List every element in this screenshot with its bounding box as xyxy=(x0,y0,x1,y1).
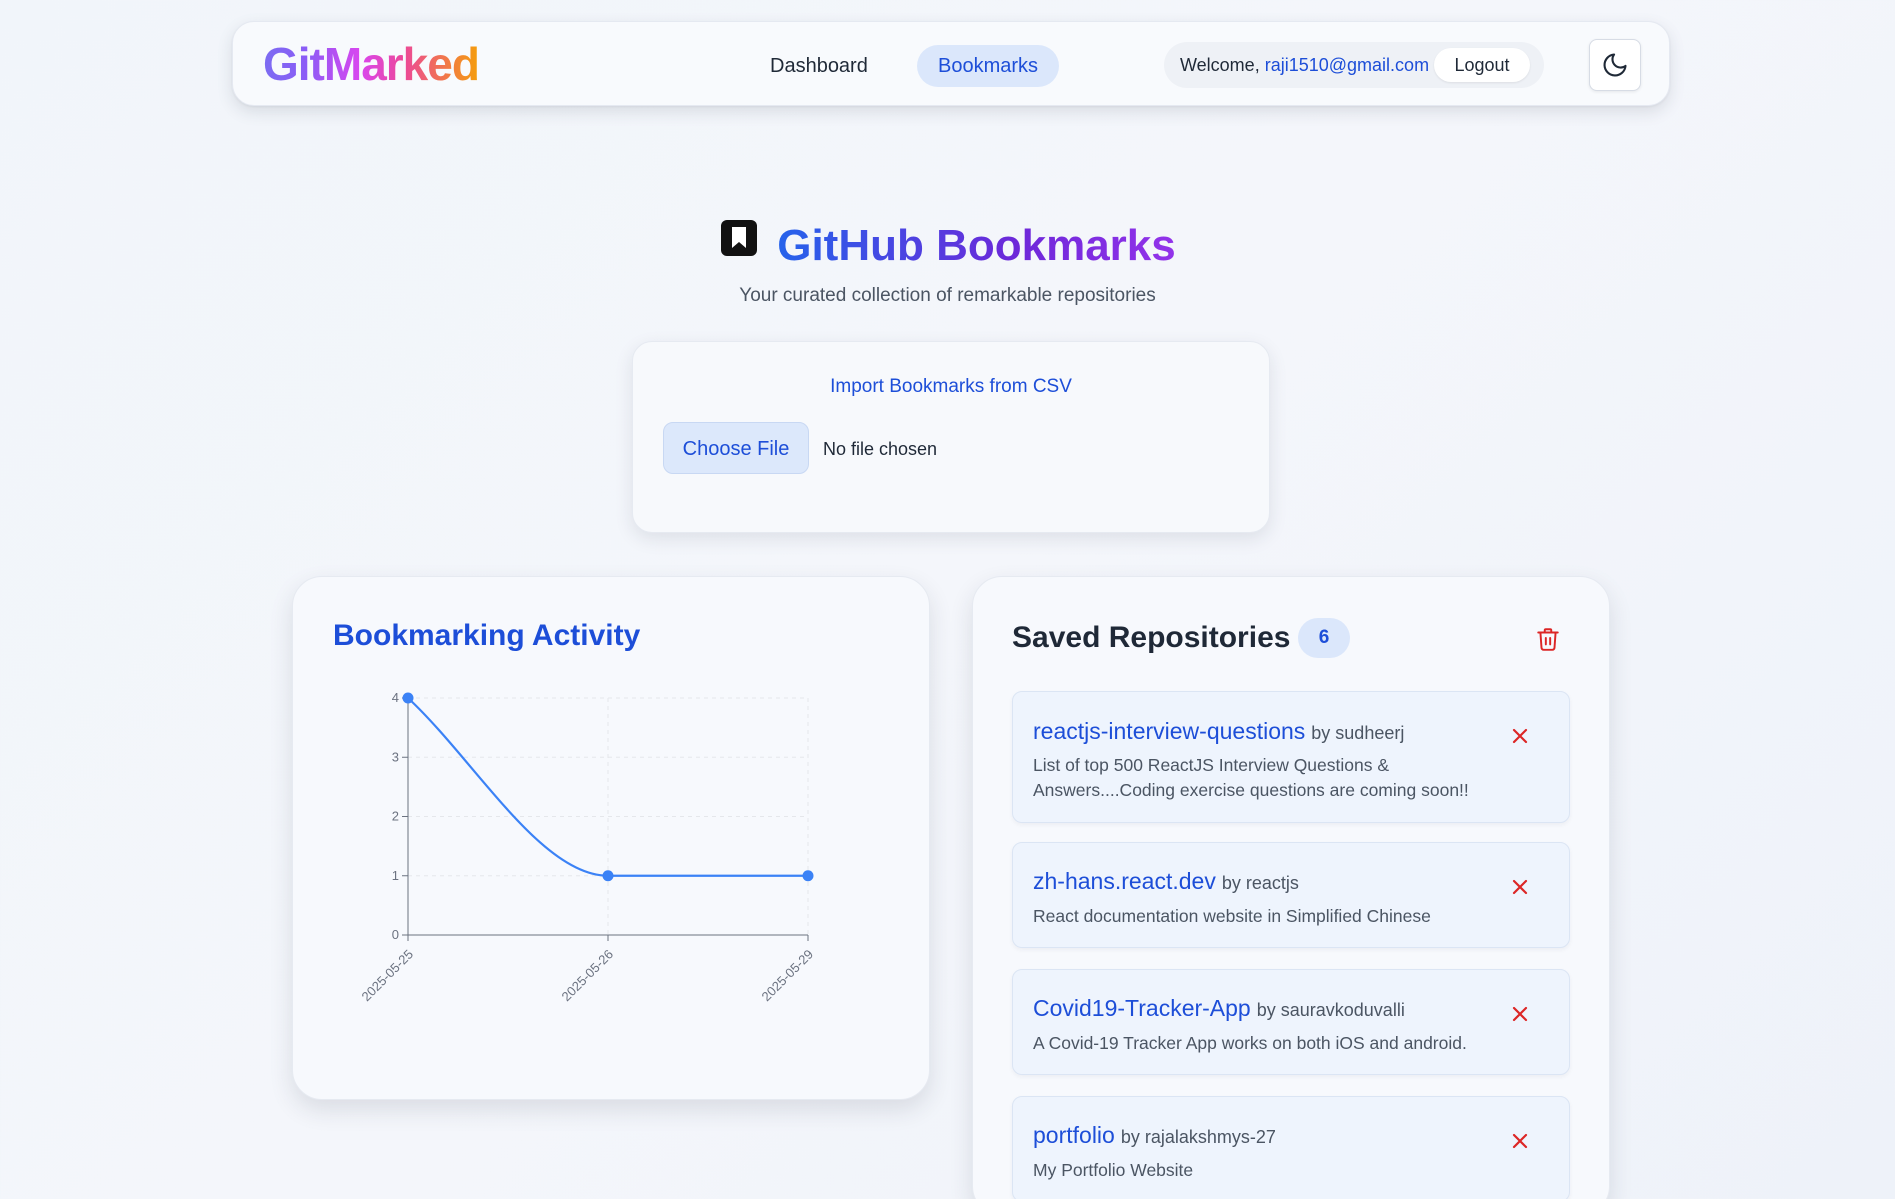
welcome-prefix: Welcome, xyxy=(1180,55,1260,75)
close-icon xyxy=(1512,728,1528,744)
theme-toggle-button[interactable] xyxy=(1589,39,1641,91)
navbar: GitMarked Dashboard Bookmarks Welcome, r… xyxy=(232,21,1670,106)
repo-link[interactable]: zh-hans.react.dev xyxy=(1033,868,1216,894)
x-tick-label: 2025-05-26 xyxy=(558,947,616,1005)
close-icon xyxy=(1512,1133,1528,1149)
repo-title: zh-hans.react.dev by reactjs xyxy=(1033,868,1299,895)
close-icon xyxy=(1512,879,1528,895)
repo-title: Covid19-Tracker-App by sauravkoduvalli xyxy=(1033,995,1405,1022)
repo-link[interactable]: Covid19-Tracker-App xyxy=(1033,995,1251,1021)
nav-bookmarks-link[interactable]: Bookmarks xyxy=(917,45,1060,87)
activity-chart: 0 1 2 3 4 2025-05-25 2025-05-26 2025-05-29 xyxy=(358,690,816,1005)
choose-file-button[interactable]: Choose File xyxy=(663,422,809,474)
import-label: Import Bookmarks from CSV xyxy=(830,376,1072,397)
y-tick-label: 1 xyxy=(392,868,399,883)
welcome-text: Welcome, raji1510@gmail.com xyxy=(1180,55,1429,76)
saved-count-badge: 6 xyxy=(1298,618,1350,658)
y-tick-label: 3 xyxy=(392,749,399,764)
import-card: Import Bookmarks from CSV Choose File No… xyxy=(632,341,1270,533)
y-tick-label: 4 xyxy=(392,690,399,705)
repo-description: A Covid-19 Tracker App works on both iOS… xyxy=(1033,1033,1467,1053)
repo-title: portfolio by rajalakshmys-27 xyxy=(1033,1122,1276,1149)
remove-repo-button[interactable] xyxy=(1511,1005,1529,1023)
data-point xyxy=(402,692,414,704)
repo-card: reactjs-interview-questions by sudheerj L… xyxy=(1012,691,1570,823)
repo-description: My Portfolio Website xyxy=(1033,1160,1194,1180)
user-email: raji1510@gmail.com xyxy=(1264,55,1430,75)
repo-card: zh-hans.react.dev by reactjs React docume… xyxy=(1012,842,1570,948)
moon-icon xyxy=(1603,53,1627,77)
page-title-text: GitHub Bookmarks xyxy=(777,221,1176,270)
repo-description: List of top 500 ReactJS Interview Questi… xyxy=(1033,755,1469,800)
saved-repos-title: Saved Repositories xyxy=(1012,621,1291,654)
repo-owner: by reactjs xyxy=(1221,873,1299,893)
bookmark-icon xyxy=(719,216,759,272)
y-tick-label: 2 xyxy=(392,809,399,824)
user-welcome-pill: Welcome, raji1510@gmail.com Logout xyxy=(1164,42,1544,88)
remove-repo-button[interactable] xyxy=(1511,727,1529,745)
x-tick-label: 2025-05-25 xyxy=(358,947,416,1005)
remove-repo-button[interactable] xyxy=(1511,1132,1529,1150)
repo-owner: by sauravkoduvalli xyxy=(1256,1000,1405,1020)
repo-description: React documentation website in Simplifie… xyxy=(1033,906,1431,926)
clear-all-button[interactable] xyxy=(1535,625,1561,653)
page-subtitle: Your curated collection of remarkable re… xyxy=(739,285,1156,306)
close-icon xyxy=(1512,1006,1528,1022)
trash-icon xyxy=(1537,628,1559,651)
remove-repo-button[interactable] xyxy=(1511,878,1529,896)
data-point xyxy=(602,870,614,882)
app-logo[interactable]: GitMarked xyxy=(263,41,480,87)
repo-link[interactable]: reactjs-interview-questions xyxy=(1033,718,1305,744)
repo-link[interactable]: portfolio xyxy=(1033,1122,1115,1148)
y-tick-label: 0 xyxy=(392,927,399,942)
repo-card: portfolio by rajalakshmys-27 My Portfolio… xyxy=(1012,1096,1570,1199)
repo-owner: by sudheerj xyxy=(1311,723,1405,743)
repo-title: reactjs-interview-questions by sudheerj xyxy=(1033,718,1404,745)
activity-card: Bookmarking Activity 0 1 2 3 4 2025-05-25 2025… xyxy=(292,576,930,1100)
page-title: GitHub Bookmarks xyxy=(0,218,1895,274)
file-status-text: No file chosen xyxy=(823,439,938,459)
saved-repos-card: Saved Repositories 6 reactjs-interview-q… xyxy=(972,576,1610,1199)
x-tick-label: 2025-05-29 xyxy=(758,947,816,1005)
logout-button[interactable]: Logout xyxy=(1434,48,1530,82)
data-point xyxy=(802,870,814,882)
nav-dashboard-link[interactable]: Dashboard xyxy=(749,45,889,87)
repo-owner: by rajalakshmys-27 xyxy=(1120,1127,1276,1147)
repo-card: Covid19-Tracker-App by sauravkoduvalli A … xyxy=(1012,969,1570,1075)
